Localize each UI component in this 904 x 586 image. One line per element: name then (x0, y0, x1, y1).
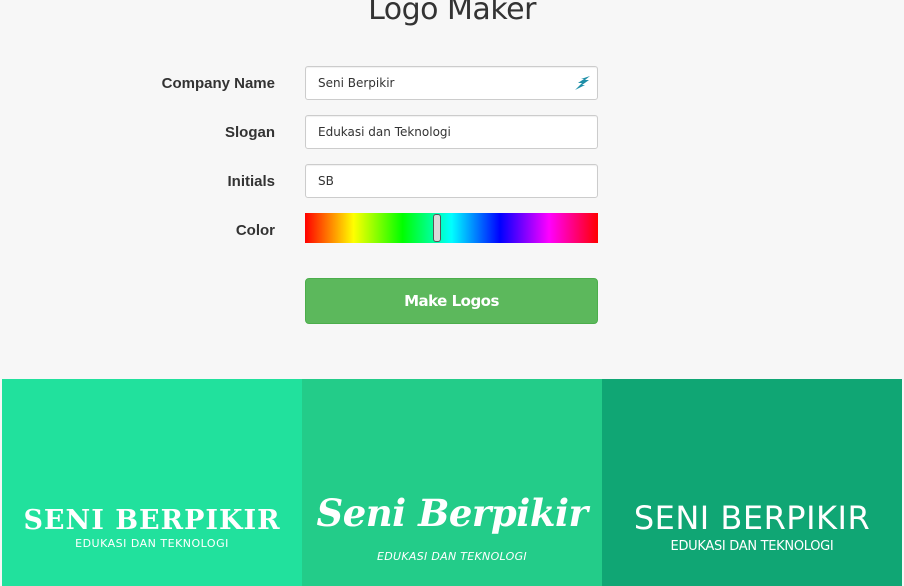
initials-input[interactable] (305, 164, 598, 198)
slogan-input[interactable] (305, 115, 598, 149)
logo-company-name: SENI BERPIKIR (633, 499, 871, 537)
logo-preview-2[interactable]: Seni Berpikir EDUKASI DAN TEKNOLOGI (302, 379, 602, 586)
logo-slogan: EDUKASI DAN TEKNOLOGI (75, 537, 229, 550)
slogan-label: Slogan (224, 124, 275, 141)
page-title: Logo Maker (368, 0, 536, 27)
logo-preview-3[interactable]: SENI BERPIKIR EDUKASI DAN TEKNOLOGI (602, 379, 902, 586)
logo-preview-1[interactable]: SENI BERPIKIR EDUKASI DAN TEKNOLOGI (2, 379, 302, 586)
bird-icon[interactable] (572, 73, 594, 93)
color-label: Color (235, 222, 275, 239)
logo-company-name: Seni Berpikir (316, 491, 588, 535)
logo-company-name: SENI BERPIKIR (23, 505, 281, 536)
logo-previews: SENI BERPIKIR EDUKASI DAN TEKNOLOGI Seni… (2, 379, 902, 586)
logo-slogan: EDUKASI DAN TEKNOLOGI (670, 539, 834, 554)
make-logos-button[interactable]: Make Logos (305, 278, 598, 324)
color-slider-handle[interactable] (432, 214, 441, 242)
company-name-label: Company Name (161, 75, 275, 92)
initials-label: Initials (227, 173, 275, 190)
color-slider[interactable] (305, 213, 598, 243)
company-name-input[interactable] (305, 66, 598, 100)
logo-slogan: EDUKASI DAN TEKNOLOGI (377, 550, 527, 563)
